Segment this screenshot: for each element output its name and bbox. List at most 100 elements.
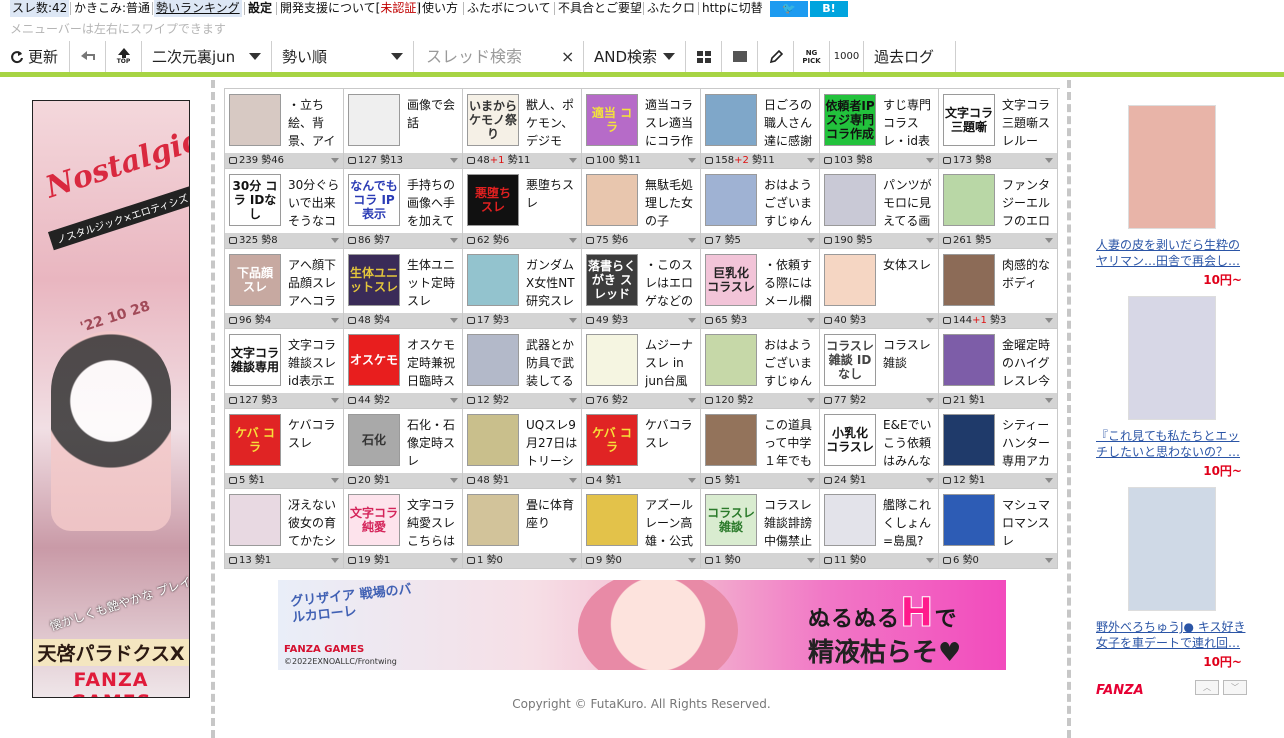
- thread-menu-icon[interactable]: [569, 558, 577, 563]
- ad-caption[interactable]: 人妻の皮を剥いだら生粋のヤリマン…田舎で再会し…: [1096, 237, 1246, 269]
- thread-title[interactable]: この道具って中学１年でも: [764, 416, 816, 470]
- edit-button[interactable]: [758, 41, 794, 72]
- thread-cell[interactable]: 下品顔 スレ アへ顔下品顔スレアへコラ 96 勢4: [225, 249, 344, 329]
- thread-title[interactable]: 艦隊これくしょん=島風?: [883, 496, 935, 550]
- thread-cell[interactable]: コラスレ雑談 IDなし コラスレ雑談 77 勢2: [820, 329, 939, 409]
- thread-menu-icon[interactable]: [450, 318, 458, 323]
- thread-thumbnail[interactable]: 文字コラ 純愛: [348, 494, 400, 546]
- thread-thumbnail[interactable]: [229, 494, 281, 546]
- thread-menu-icon[interactable]: [926, 158, 934, 163]
- thread-title[interactable]: ガンダムX女性NT研究スレ: [526, 256, 578, 310]
- thread-menu-icon[interactable]: [807, 398, 815, 403]
- scroll-top-button[interactable]: TOP: [106, 41, 142, 72]
- thread-cell[interactable]: 肉感的なボディ 144+1 勢3: [939, 249, 1058, 329]
- howto-link[interactable]: 使い方: [420, 0, 460, 17]
- ad-next-button[interactable]: ﹀: [1223, 680, 1247, 695]
- thread-title[interactable]: UQスレ9月27日はトリーシ: [526, 416, 578, 470]
- thread-menu-icon[interactable]: [331, 158, 339, 163]
- thread-menu-icon[interactable]: [688, 238, 696, 243]
- thread-thumbnail[interactable]: [229, 94, 281, 146]
- thread-cell[interactable]: 文字コラ 三題噺 文字コラ三題噺スレルー 173 勢8: [939, 89, 1058, 169]
- ad-caption[interactable]: 『これ見ても私たちとエッチしたいと思わないの？…: [1096, 428, 1246, 460]
- thread-cell[interactable]: 小乳化 コラスレ E&Eでいこう依頼はみんな 24 勢1: [820, 409, 939, 489]
- thread-title[interactable]: マシュマロマンスレ: [1002, 496, 1054, 550]
- thread-title[interactable]: ケバコラスレ: [288, 416, 340, 470]
- thread-title[interactable]: ・立ち絵、背景、アイ: [288, 96, 340, 150]
- thread-thumbnail[interactable]: [586, 334, 638, 386]
- bugs-link[interactable]: 不具合とご要望: [556, 0, 644, 17]
- thread-menu-icon[interactable]: [926, 398, 934, 403]
- thread-title[interactable]: 生体ユニット定時スレ: [407, 256, 459, 310]
- thread-menu-icon[interactable]: [450, 398, 458, 403]
- thread-menu-icon[interactable]: [1045, 398, 1053, 403]
- thread-menu-icon[interactable]: [926, 558, 934, 563]
- thread-title[interactable]: 武器とか防具で武装してる: [526, 336, 578, 390]
- thread-cell[interactable]: ・立ち絵、背景、アイ 239 勢46: [225, 89, 344, 169]
- thread-menu-icon[interactable]: [331, 318, 339, 323]
- thread-thumbnail[interactable]: [467, 334, 519, 386]
- dev-support-link[interactable]: 開発支援について[未認証]: [278, 0, 423, 17]
- thread-menu-icon[interactable]: [688, 478, 696, 483]
- thread-cell[interactable]: 悪堕ち スレ 悪堕ちスレ 62 勢6: [463, 169, 582, 249]
- thread-thumbnail[interactable]: [943, 414, 995, 466]
- thread-title[interactable]: コラスレ雑談誹謗中傷禁止: [764, 496, 816, 550]
- thread-menu-icon[interactable]: [450, 558, 458, 563]
- thread-count-button[interactable]: 1000: [830, 41, 864, 72]
- thread-cell[interactable]: 艦隊これくしょん=島風? 11 勢0: [820, 489, 939, 569]
- thread-cell[interactable]: いまから ケモノ祭り 獣人、ポケモン、デジモ 48+1 勢11: [463, 89, 582, 169]
- thread-menu-icon[interactable]: [807, 478, 815, 483]
- thread-menu-icon[interactable]: [450, 238, 458, 243]
- thread-menu-icon[interactable]: [926, 318, 934, 323]
- thread-thumbnail[interactable]: 30分 コラ IDなし: [229, 174, 281, 226]
- thread-menu-icon[interactable]: [569, 238, 577, 243]
- thread-menu-icon[interactable]: [331, 238, 339, 243]
- thread-title[interactable]: 文字コラ雑談スレid表示エ: [288, 336, 340, 390]
- thread-cell[interactable]: パンツがモロに見えてる画 190 勢5: [820, 169, 939, 249]
- left-banner-ad[interactable]: Nostalgic Eroticism ノスタルジック×エロティシズム '22 …: [32, 100, 190, 698]
- thread-menu-icon[interactable]: [569, 398, 577, 403]
- thread-title[interactable]: 肉感的なボディ: [1002, 256, 1054, 310]
- thread-menu-icon[interactable]: [1045, 318, 1053, 323]
- thread-menu-icon[interactable]: [1045, 558, 1053, 563]
- thread-cell[interactable]: マシュマロマンスレ 6 勢0: [939, 489, 1058, 569]
- thread-cell[interactable]: コラスレ 雑談 コラスレ雑談誹謗中傷禁止 1 勢0: [701, 489, 820, 569]
- past-log-button[interactable]: 過去ログ: [864, 41, 956, 72]
- thread-cell[interactable]: おはようございますじゅん 7 勢5: [701, 169, 820, 249]
- thread-menu-icon[interactable]: [688, 558, 696, 563]
- grid-view-button[interactable]: [686, 41, 722, 72]
- thread-thumbnail[interactable]: 依頼者IP スジ専門 コラ作成: [824, 94, 876, 146]
- image-toggle-button[interactable]: [722, 41, 758, 72]
- futakuro-link[interactable]: ふたクロ: [645, 0, 697, 17]
- thread-thumbnail[interactable]: なんでも コラ IP表示: [348, 174, 400, 226]
- thread-thumbnail[interactable]: コラスレ雑談 IDなし: [824, 334, 876, 386]
- thread-thumbnail[interactable]: ケバ コラ: [586, 414, 638, 466]
- thread-thumbnail[interactable]: [943, 334, 995, 386]
- thread-cell[interactable]: ケバ コラ ケバコラスレ 5 勢1: [225, 409, 344, 489]
- thread-title[interactable]: 女体スレ: [883, 256, 935, 310]
- thread-thumbnail[interactable]: 石化: [348, 414, 400, 466]
- thread-title[interactable]: シティーハンター専用アカ: [1002, 416, 1054, 470]
- sort-select[interactable]: 勢い順: [272, 41, 414, 72]
- thread-title[interactable]: ・このスレはエロゲなどの: [645, 256, 697, 310]
- thread-thumbnail[interactable]: 生体ユニットスレ: [348, 254, 400, 306]
- thread-cell[interactable]: 畳に体育座り 1 勢0: [463, 489, 582, 569]
- thread-thumbnail[interactable]: [824, 174, 876, 226]
- thread-cell[interactable]: 文字コラ 純愛 文字コラ純愛スレこちらは 19 勢1: [344, 489, 463, 569]
- thread-menu-icon[interactable]: [807, 158, 815, 163]
- thread-title[interactable]: 冴えない彼女の育てかたシ: [288, 496, 340, 550]
- thread-cell[interactable]: 画像で会話 127 勢13: [344, 89, 463, 169]
- thread-menu-icon[interactable]: [1045, 478, 1053, 483]
- thread-menu-icon[interactable]: [688, 398, 696, 403]
- thread-thumbnail[interactable]: [705, 414, 757, 466]
- thread-title[interactable]: 30分ぐらいで出来そうなコ: [288, 176, 340, 230]
- thread-cell[interactable]: 適当 コラ 適当コラスレ適当にコラ作 100 勢11: [582, 89, 701, 169]
- thread-cell[interactable]: なんでも コラ IP表示 手持ちの画像へ手を加えて 86 勢7: [344, 169, 463, 249]
- thread-thumbnail[interactable]: 文字コラ 三題噺: [943, 94, 995, 146]
- hatena-bookmark-button[interactable]: B!: [810, 1, 848, 17]
- thread-cell[interactable]: おはようございますじゅん 120 勢2: [701, 329, 820, 409]
- thread-menu-icon[interactable]: [688, 318, 696, 323]
- thread-thumbnail[interactable]: [824, 254, 876, 306]
- thread-cell[interactable]: 冴えない彼女の育てかたシ 13 勢1: [225, 489, 344, 569]
- thread-title[interactable]: すじ専門コラスレ・id表: [883, 96, 935, 150]
- thread-menu-icon[interactable]: [331, 478, 339, 483]
